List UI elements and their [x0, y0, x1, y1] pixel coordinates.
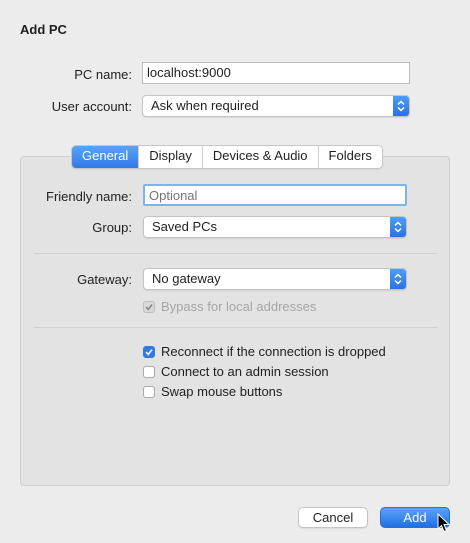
tab-general[interactable]: General [72, 146, 139, 168]
group-value: Saved PCs [152, 219, 218, 234]
swap-checkbox-row[interactable]: Swap mouse buttons [143, 384, 282, 399]
gateway-select[interactable]: No gateway [143, 268, 407, 290]
admin-label: Connect to an admin session [161, 364, 329, 379]
swap-checkbox[interactable] [143, 385, 155, 398]
tab-display[interactable]: Display [138, 146, 202, 168]
bypass-checkbox [143, 300, 155, 313]
bypass-label: Bypass for local addresses [161, 299, 317, 314]
tab-folders[interactable]: Folders [317, 146, 382, 168]
swap-label: Swap mouse buttons [161, 384, 283, 399]
bypass-checkbox-row: Bypass for local addresses [143, 299, 316, 314]
friendly-name-input[interactable] [143, 184, 407, 206]
chevron-updown-icon [393, 96, 409, 116]
separator [34, 327, 437, 328]
reconnect-checkbox-row[interactable]: Reconnect if the connection is dropped [143, 344, 386, 359]
cancel-button[interactable]: Cancel [298, 507, 368, 528]
user-account-select[interactable]: Ask when required [142, 95, 410, 117]
user-account-label: User account: [51, 99, 132, 114]
tab-devices-audio[interactable]: Devices & Audio [201, 146, 318, 168]
reconnect-label: Reconnect if the connection is dropped [161, 344, 386, 359]
pc-name-label: PC name: [74, 67, 132, 82]
separator [34, 253, 437, 254]
friendly-name-label: Friendly name: [46, 189, 132, 204]
group-select[interactable]: Saved PCs [143, 216, 407, 238]
gateway-value: No gateway [152, 271, 221, 286]
admin-checkbox[interactable] [143, 365, 155, 378]
chevron-updown-icon [390, 269, 406, 289]
dialog-title: Add PC [20, 22, 67, 37]
tab-bar: General Display Devices & Audio Folders [71, 145, 383, 169]
reconnect-checkbox[interactable] [143, 345, 155, 358]
pc-name-value: localhost:9000 [147, 65, 231, 80]
gateway-label: Gateway: [77, 272, 132, 287]
chevron-updown-icon [390, 217, 406, 237]
admin-checkbox-row[interactable]: Connect to an admin session [143, 364, 329, 379]
mouse-cursor-icon [437, 513, 451, 533]
pc-name-field[interactable]: localhost:9000 [142, 62, 410, 84]
user-account-value: Ask when required [151, 98, 259, 113]
group-label: Group: [92, 220, 132, 235]
